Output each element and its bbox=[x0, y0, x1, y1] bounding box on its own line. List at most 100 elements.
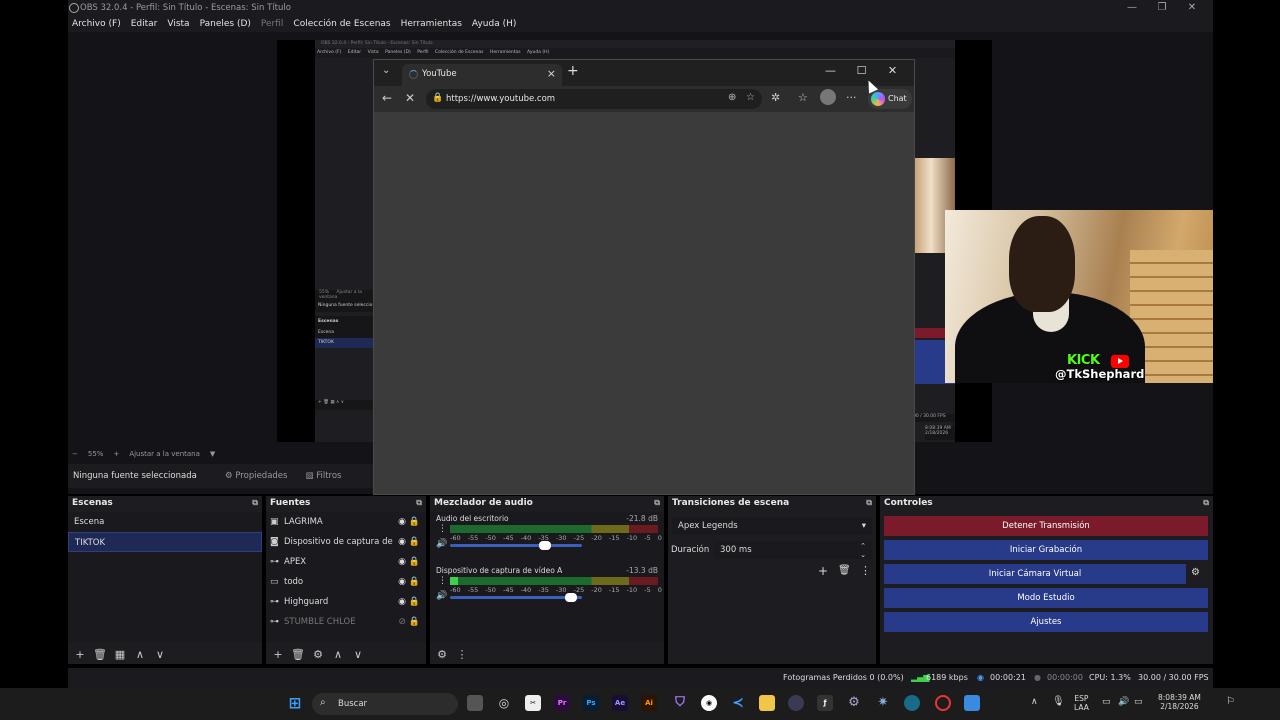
speaker-icon[interactable]: 🔊 bbox=[436, 539, 447, 549]
menu-profile[interactable]: Perfil bbox=[261, 19, 284, 29]
lock-icon[interactable]: 🔒 bbox=[409, 552, 420, 572]
channel-menu-icon[interactable]: ⋮ bbox=[438, 576, 447, 586]
start-virtual-camera-button[interactable]: Iniciar Cámara Virtual bbox=[884, 564, 1186, 584]
remove-transition-icon[interactable]: 🗑 bbox=[838, 565, 851, 576]
visibility-eye-icon[interactable]: ◉ bbox=[395, 512, 406, 532]
browser-maximize-icon[interactable]: ☐ bbox=[846, 64, 877, 77]
after-effects-icon[interactable]: Ae bbox=[612, 695, 628, 711]
virtual-camera-gear-icon[interactable]: ⚙ bbox=[1191, 567, 1200, 578]
extensions-icon[interactable]: ✲ bbox=[771, 91, 780, 104]
maximize-button[interactable]: ❐ bbox=[1147, 0, 1177, 15]
steam-icon[interactable]: ⚙ bbox=[846, 695, 862, 711]
copilot-chat-button[interactable]: Chat bbox=[868, 89, 912, 109]
move-up-icon[interactable]: ∧ bbox=[133, 648, 147, 661]
favorite-star-icon[interactable]: ☆ bbox=[746, 92, 755, 103]
premiere-icon[interactable]: Pr bbox=[554, 695, 570, 711]
menu-file[interactable]: Archivo (F) bbox=[72, 19, 121, 29]
shield-app-icon[interactable]: ⛉ bbox=[672, 695, 688, 711]
back-arrow-icon[interactable]: ← bbox=[382, 91, 392, 105]
lock-icon[interactable]: 🔒 bbox=[409, 512, 420, 532]
notion-icon[interactable]: ƒ bbox=[817, 695, 833, 711]
hidden-eye-icon[interactable]: ⊘ bbox=[395, 612, 406, 632]
address-bar[interactable]: 🔒 https://www.youtube.com ⊕ ☆ bbox=[426, 89, 762, 109]
add-scene-icon[interactable]: + bbox=[73, 648, 87, 661]
app-blue-icon[interactable] bbox=[964, 695, 980, 711]
visibility-eye-icon[interactable]: ◉ bbox=[395, 552, 406, 572]
network-icon[interactable]: ▭ bbox=[1102, 697, 1111, 707]
notifications-icon[interactable]: ⚐ bbox=[1226, 696, 1235, 707]
menu-scene-collection[interactable]: Colección de Escenas bbox=[293, 19, 390, 29]
volume-knob[interactable] bbox=[539, 541, 552, 550]
illustrator-icon[interactable]: Ai bbox=[641, 695, 657, 711]
undock-icon[interactable]: ⧉ bbox=[1203, 496, 1209, 510]
add-source-icon[interactable]: + bbox=[271, 648, 285, 661]
visibility-eye-icon[interactable]: ◉ bbox=[395, 592, 406, 612]
source-item[interactable]: ◙ Dispositivo de captura de ◉ 🔒 bbox=[266, 532, 426, 552]
scene-item-selected[interactable]: TIKTOK bbox=[68, 532, 262, 552]
url-text[interactable]: https://www.youtube.com bbox=[446, 94, 555, 104]
tab-actions-chevron-icon[interactable]: ⌄ bbox=[382, 65, 390, 76]
duration-spinbox[interactable]: 300 ms ⌃ ⌄ bbox=[714, 541, 872, 559]
close-tab-icon[interactable]: × bbox=[547, 67, 556, 80]
settings-button[interactable]: Ajustes bbox=[884, 612, 1208, 632]
properties-button[interactable]: ⚙ Propiedades bbox=[219, 469, 293, 483]
zoom-icon[interactable]: ⊕ bbox=[728, 92, 736, 103]
capcut-icon[interactable]: ✂ bbox=[525, 695, 541, 711]
move-down-icon[interactable]: ∨ bbox=[351, 648, 365, 661]
volume-slider[interactable] bbox=[450, 541, 582, 550]
tray-chevron-icon[interactable]: ∧ bbox=[1031, 697, 1038, 707]
opera-icon[interactable] bbox=[935, 695, 951, 711]
minimize-button[interactable]: — bbox=[1117, 0, 1147, 15]
menu-view[interactable]: Vista bbox=[167, 19, 189, 29]
source-item[interactable]: ▣ LAGRIMA ◉ 🔒 bbox=[266, 512, 426, 532]
source-item-hidden[interactable]: ⊶ STUMBLE CHLOE ⊘ 🔒 bbox=[266, 612, 426, 632]
zoom-dropdown-icon[interactable]: ▼ bbox=[210, 450, 215, 458]
browser-tab-youtube[interactable]: YouTube × bbox=[402, 64, 562, 86]
remove-scene-icon[interactable]: 🗑 bbox=[93, 648, 107, 661]
lock-icon[interactable]: 🔒 bbox=[409, 532, 420, 552]
photoshop-icon[interactable]: Ps bbox=[583, 695, 599, 711]
task-view-icon[interactable] bbox=[467, 695, 483, 711]
settings-app-icon[interactable]: ✷ bbox=[875, 695, 891, 711]
file-explorer-icon[interactable] bbox=[759, 695, 775, 711]
speaker-icon[interactable]: 🔊 bbox=[436, 591, 447, 601]
profile-avatar-icon[interactable] bbox=[820, 89, 836, 105]
scene-item[interactable]: Escena bbox=[68, 512, 262, 532]
browser-window[interactable]: ⌄ YouTube × + — ☐ ✕ ← ✕ 🔒 https://www.yo… bbox=[373, 59, 915, 495]
windows-start-icon[interactable]: ⊞ bbox=[287, 695, 303, 711]
obs-taskbar-icon[interactable]: ◎ bbox=[496, 695, 512, 711]
source-item[interactable]: ▭ todo ◉ 🔒 bbox=[266, 572, 426, 592]
volume-knob[interactable] bbox=[565, 593, 578, 602]
volume-slider[interactable] bbox=[450, 593, 582, 602]
move-down-icon[interactable]: ∨ bbox=[153, 648, 167, 661]
menu-docks[interactable]: Paneles (D) bbox=[200, 19, 251, 29]
stop-streaming-button[interactable]: Detener Transmisión bbox=[884, 516, 1208, 536]
vscode-icon[interactable]: ≺ bbox=[730, 695, 746, 711]
studio-mode-button[interactable]: Modo Estudio bbox=[884, 588, 1208, 608]
taskbar-search[interactable]: ⌕ Buscar bbox=[312, 693, 458, 715]
visibility-eye-icon[interactable]: ◉ bbox=[395, 572, 406, 592]
fit-to-window[interactable]: Ajustar a la ventana bbox=[129, 450, 200, 458]
start-recording-button[interactable]: Iniciar Grabación bbox=[884, 540, 1208, 560]
close-button[interactable]: ✕ bbox=[1177, 0, 1207, 15]
lock-icon[interactable]: 🔒 bbox=[409, 612, 420, 632]
move-up-icon[interactable]: ∧ bbox=[331, 648, 345, 661]
source-item[interactable]: ⊶ Highguard ◉ 🔒 bbox=[266, 592, 426, 612]
transition-select[interactable]: Apex Legends ▾ bbox=[672, 517, 872, 535]
undock-icon[interactable]: ⧉ bbox=[252, 496, 258, 510]
favorites-icon[interactable]: ☆ bbox=[798, 91, 808, 104]
battery-icon[interactable]: ▭ bbox=[1134, 697, 1143, 707]
more-options-icon[interactable]: ··· bbox=[846, 91, 857, 104]
lock-icon[interactable]: 🔒 bbox=[409, 572, 420, 592]
menu-tools[interactable]: Herramientas bbox=[401, 19, 462, 29]
chrome-icon[interactable]: ◉ bbox=[701, 695, 717, 711]
undock-icon[interactable]: ⧉ bbox=[416, 496, 422, 510]
transition-menu-icon[interactable]: ⋮ bbox=[860, 564, 871, 577]
stop-loading-icon[interactable]: ✕ bbox=[405, 91, 415, 105]
menu-edit[interactable]: Editar bbox=[131, 19, 158, 29]
mixer-menu-icon[interactable]: ⋮ bbox=[455, 648, 469, 661]
menu-help[interactable]: Ayuda (H) bbox=[472, 19, 516, 29]
undock-icon[interactable]: ⧉ bbox=[654, 496, 660, 510]
lock-icon[interactable]: 🔒 bbox=[409, 592, 420, 612]
app-circle-icon[interactable] bbox=[788, 695, 804, 711]
